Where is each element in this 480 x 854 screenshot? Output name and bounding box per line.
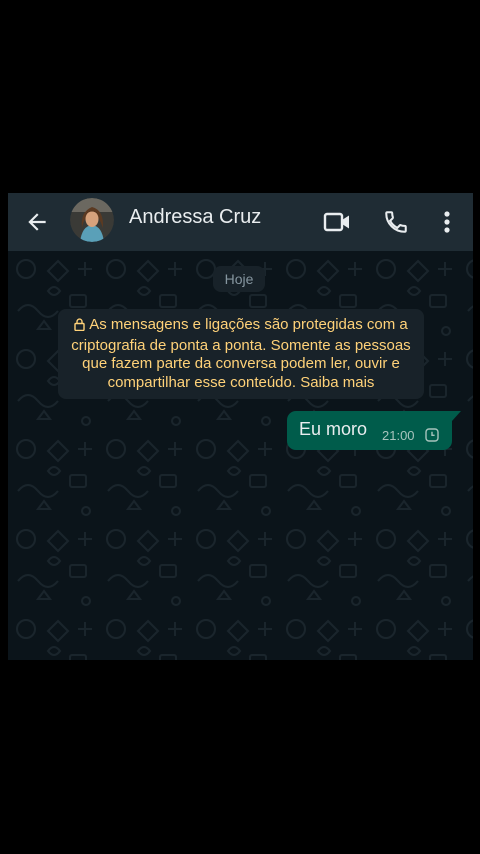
contact-name[interactable]: Andressa Cruz xyxy=(129,206,261,229)
more-vert-icon xyxy=(444,211,450,233)
phone-call-icon xyxy=(385,211,407,233)
encryption-notice[interactable]: As mensagens e ligações são protegidas c… xyxy=(58,309,424,399)
encryption-notice-text: As mensagens e ligações são protegidas c… xyxy=(71,316,411,391)
chat-header: Andressa Cruz xyxy=(8,193,473,251)
voice-call-button[interactable] xyxy=(379,205,413,239)
date-separator: Hoje xyxy=(213,266,265,292)
contact-avatar[interactable] xyxy=(70,198,114,242)
video-call-button[interactable] xyxy=(320,205,354,239)
video-call-icon xyxy=(323,212,349,232)
back-arrow-icon xyxy=(28,213,46,231)
more-options-button[interactable] xyxy=(430,205,464,239)
message-time: 21:00 xyxy=(382,428,415,443)
chat-screen: Andressa Cruz Hoje As mensagens e ligaçõ… xyxy=(8,193,473,660)
bubble-tail xyxy=(452,411,461,421)
lock-icon xyxy=(74,318,85,337)
avatar-photo xyxy=(70,198,114,242)
message-text: Eu moro xyxy=(299,419,368,439)
back-button[interactable] xyxy=(22,207,52,237)
pending-clock-icon xyxy=(425,428,439,447)
outgoing-message-bubble[interactable]: Eu moro 21:00 xyxy=(287,411,452,450)
